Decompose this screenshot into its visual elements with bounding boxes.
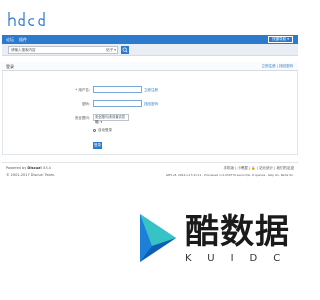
watermark-sub: KUIDC xyxy=(185,253,297,264)
search-button[interactable] xyxy=(121,46,129,54)
page-title-bar: 登录 立即注册 | 找回密码 xyxy=(2,62,298,71)
auto-login-label: 自动登录 xyxy=(98,128,112,132)
footer-info: 手机版 | 小黑屋 | 🔒 | 站长统计 | 我们的足迹 GMT+8, 2024… xyxy=(166,165,294,179)
nav-item-forum[interactable]: 论坛 xyxy=(6,37,14,42)
site-logo[interactable] xyxy=(7,9,47,29)
search-type-select[interactable]: 帖子 ▾ xyxy=(106,47,116,53)
nav-item-plugins[interactable]: 插件 xyxy=(19,37,27,42)
register-link[interactable]: 立即注册 xyxy=(144,88,158,93)
copyright: © 2001-2017 Discuz! Team. xyxy=(6,173,56,177)
main-nav: 论坛 插件 快捷导航 ▾ xyxy=(2,35,298,44)
footer-divider xyxy=(2,162,298,163)
login-submit-button[interactable]: 登录 xyxy=(93,142,102,149)
lost-password-link[interactable]: 找回密码 xyxy=(144,102,158,107)
username-label: * 用户名: xyxy=(75,88,90,92)
footer-links[interactable]: 手机版 | 小黑屋 | 🔒 | 站长统计 | 我们的足迹 xyxy=(166,165,294,172)
version-label: X3.4 xyxy=(42,166,51,170)
security-question-select[interactable]: 安全提问(未设置请忽略) ▾ xyxy=(93,114,129,124)
search-icon xyxy=(122,47,128,53)
play-triangle-logo-icon xyxy=(140,214,176,262)
register-lostpw-links[interactable]: 立即注册 | 找回密码 xyxy=(262,64,293,69)
username-field[interactable] xyxy=(93,86,142,93)
footer-gmt: GMT+8, 2024-1-13 21:11 , Processed in 0.… xyxy=(165,173,294,177)
quick-nav-button[interactable]: 快捷导航 ▾ xyxy=(268,36,293,43)
discuz-link[interactable]: Discuz! xyxy=(27,166,41,170)
footer-powered: Powered by Discuz! X3.4 © 2001-2017 Disc… xyxy=(6,165,55,179)
search-placeholder: 请输入搜索内容 xyxy=(11,48,36,52)
password-field[interactable] xyxy=(93,100,142,107)
powered-prefix: Powered by xyxy=(6,166,27,170)
page-title: 登录 xyxy=(6,64,14,69)
password-label: 密码: xyxy=(81,102,90,106)
auto-login-checkbox[interactable] xyxy=(93,129,96,132)
search-bar: 请输入搜索内容 帖子 ▾ xyxy=(2,44,298,56)
login-form xyxy=(2,71,298,155)
watermark-brand: 酷数据 xyxy=(185,212,290,252)
search-input[interactable]: 请输入搜索内容 帖子 ▾ xyxy=(8,46,118,54)
security-question-label: 安全提问: xyxy=(74,116,90,120)
watermark: 酷数据 KUIDC xyxy=(130,200,300,300)
